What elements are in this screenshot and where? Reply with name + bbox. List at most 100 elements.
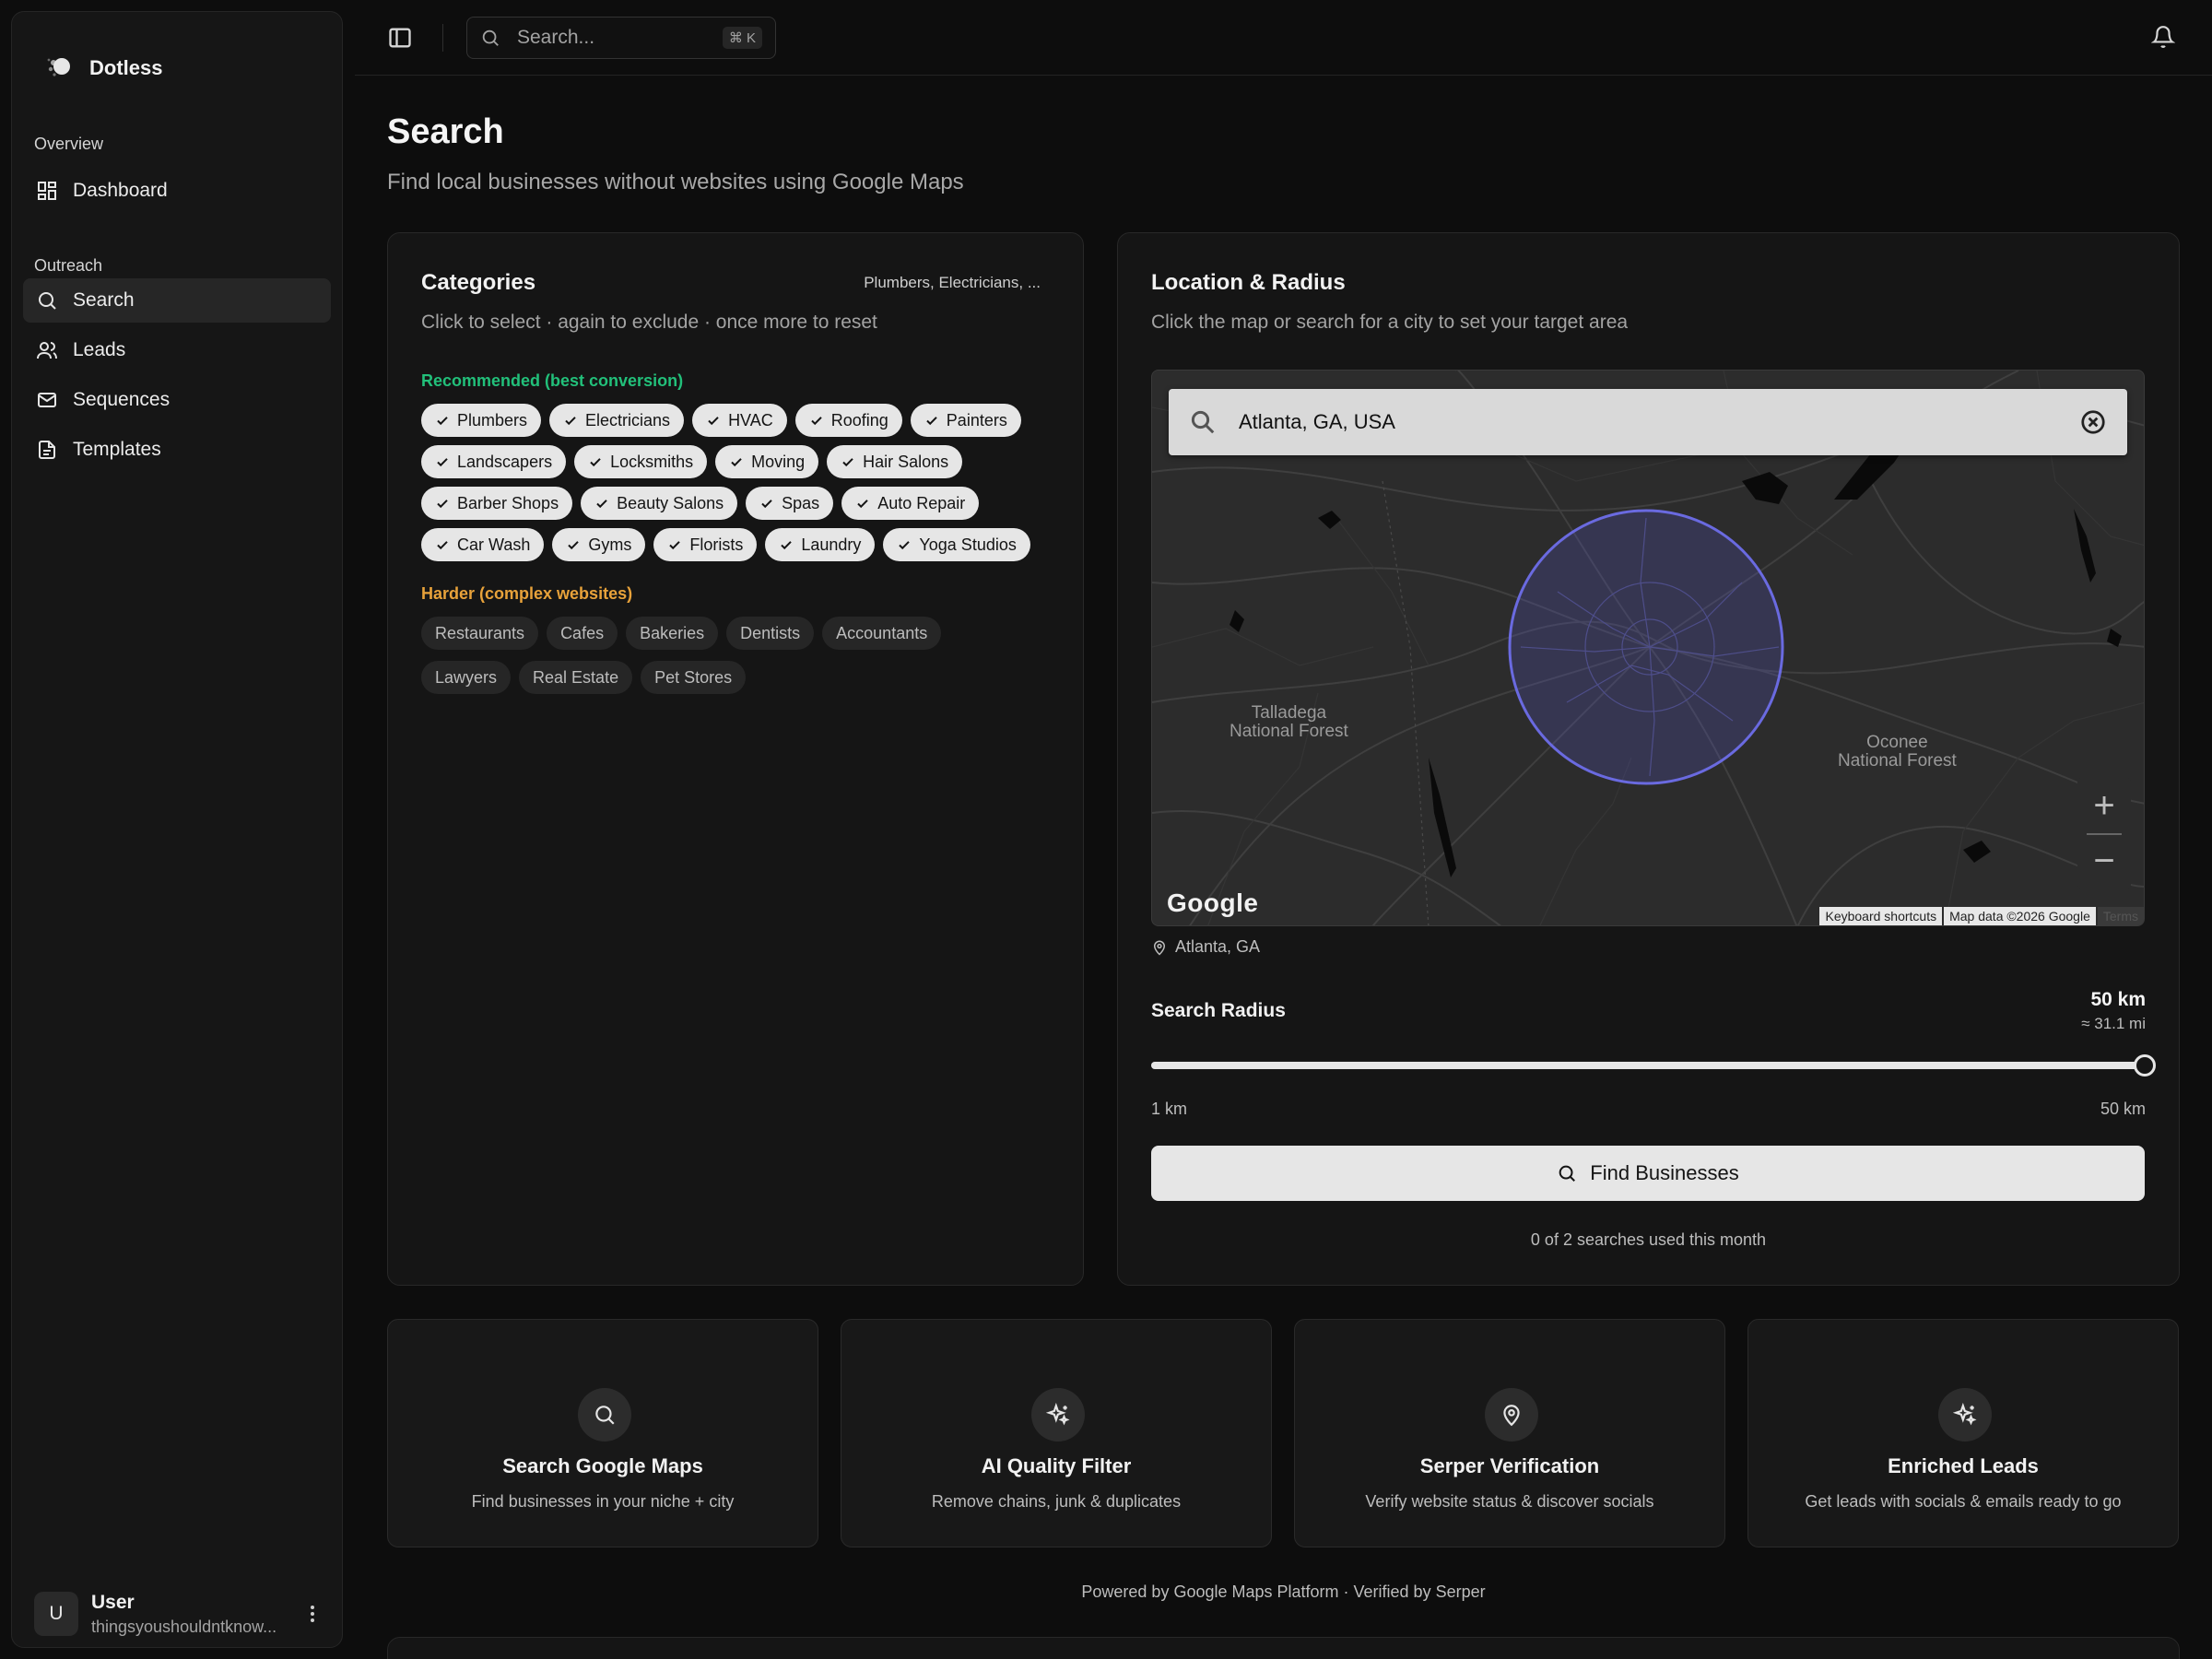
global-search-input[interactable]: Search... ⌘ K bbox=[466, 17, 776, 59]
sidebar-item-dashboard[interactable]: Dashboard bbox=[23, 169, 331, 213]
category-chip[interactable]: Laundry bbox=[765, 528, 876, 561]
search-icon bbox=[595, 1406, 615, 1425]
category-chip[interactable]: Car Wash bbox=[421, 528, 545, 561]
category-chip[interactable]: Electricians bbox=[549, 404, 685, 437]
category-chip[interactable]: Restaurants bbox=[421, 617, 539, 650]
nav-group-outreach: Outreach bbox=[34, 256, 103, 275]
recommended-row: Landscapers Locksmiths Moving Hair Salons bbox=[421, 445, 963, 478]
category-chip-label: Spas bbox=[782, 493, 820, 512]
category-chip[interactable]: Florists bbox=[653, 528, 758, 561]
feature-card: AI Quality Filter Remove chains, junk & … bbox=[841, 1319, 1272, 1547]
category-chip-label: Barber Shops bbox=[457, 493, 559, 512]
brand[interactable]: Dotless bbox=[43, 53, 162, 84]
map-data-label: Map data ©2026 Google bbox=[1944, 907, 2096, 925]
harder-row: Lawyers Real Estate Pet Stores bbox=[421, 661, 747, 694]
check-icon bbox=[811, 417, 822, 426]
page-subtitle: Find local businesses without websites u… bbox=[387, 170, 964, 194]
dashboard-icon bbox=[38, 182, 56, 200]
feature-desc: Remove chains, junk & duplicates bbox=[931, 1492, 1182, 1511]
category-chip-label: Roofing bbox=[830, 410, 888, 429]
search-placeholder: Search... bbox=[517, 27, 595, 48]
find-businesses-button[interactable]: Find Businesses bbox=[1151, 1146, 2145, 1201]
radius-slider[interactable] bbox=[1151, 1054, 2156, 1077]
category-chip[interactable]: Cafes bbox=[547, 617, 618, 650]
category-chip[interactable]: HVAC bbox=[692, 404, 787, 437]
user-profile[interactable]: U User thingsyoushouldntknow... bbox=[34, 1588, 329, 1640]
category-chip[interactable]: Real Estate bbox=[519, 661, 633, 694]
clear-icon[interactable] bbox=[2079, 408, 2107, 436]
sidebar-toggle-icon[interactable] bbox=[387, 25, 413, 51]
radius-label: Search Radius bbox=[1151, 1000, 1286, 1021]
map[interactable]: Talladega National Forest Oconee National … bbox=[1151, 370, 2145, 926]
sidebar-item-templates[interactable]: Templates bbox=[23, 428, 331, 472]
shortcut-badge: ⌘ K bbox=[722, 27, 762, 49]
check-icon bbox=[731, 458, 742, 467]
category-chip[interactable]: Gyms bbox=[552, 528, 646, 561]
category-chip-label: Lawyers bbox=[435, 667, 498, 687]
sidebar-item-label: Sequences bbox=[73, 389, 171, 410]
category-chip[interactable]: Accountants bbox=[822, 617, 942, 650]
category-chip[interactable]: Yoga Studios bbox=[883, 528, 1030, 561]
category-chip[interactable]: Beauty Salons bbox=[581, 487, 738, 520]
category-chip[interactable]: Pet Stores bbox=[641, 661, 747, 694]
more-vertical-icon[interactable] bbox=[301, 1603, 324, 1625]
check-icon bbox=[568, 541, 580, 550]
feature-icon-wrap bbox=[1938, 1388, 1992, 1441]
category-chip-label: Accountants bbox=[836, 623, 928, 642]
check-icon bbox=[590, 458, 601, 467]
category-chip[interactable]: Plumbers bbox=[421, 404, 542, 437]
map-pin-icon bbox=[1503, 1405, 1520, 1427]
sidebar-item-label: Templates bbox=[73, 439, 161, 460]
category-chip[interactable]: Bakeries bbox=[626, 617, 719, 650]
category-chip[interactable]: Lawyers bbox=[421, 661, 512, 694]
sidebar-item-label: Search bbox=[73, 289, 135, 311]
sidebar-item-sequences[interactable]: Sequences bbox=[23, 378, 331, 422]
nav-group-overview: Overview bbox=[34, 135, 104, 153]
category-chip[interactable]: Auto Repair bbox=[841, 487, 980, 520]
category-chip-label: Cafes bbox=[560, 623, 605, 642]
category-chip[interactable]: Locksmiths bbox=[574, 445, 708, 478]
feature-desc: Get leads with socials & emails ready to… bbox=[1805, 1492, 2122, 1511]
category-chip-label: Electricians bbox=[585, 410, 671, 429]
user-name: User bbox=[91, 1591, 135, 1613]
terms-link[interactable]: Terms bbox=[2097, 907, 2144, 925]
bell-icon[interactable] bbox=[2151, 25, 2175, 49]
category-chip[interactable]: Painters bbox=[910, 404, 1021, 437]
map-search-value: Atlanta, GA, USA bbox=[1239, 410, 1395, 433]
category-chip-label: Moving bbox=[751, 452, 806, 471]
location-desc: Click the map or search for a city to se… bbox=[1151, 312, 1629, 333]
category-chip[interactable]: Hair Salons bbox=[827, 445, 963, 478]
zoom-in-button[interactable]: + bbox=[2077, 778, 2131, 833]
check-icon bbox=[857, 500, 868, 509]
sidebar-item-leads[interactable]: Leads bbox=[23, 328, 331, 372]
category-chip[interactable]: Dentists bbox=[726, 617, 815, 650]
category-chip[interactable]: Barber Shops bbox=[421, 487, 573, 520]
category-chip-label: Beauty Salons bbox=[617, 493, 724, 512]
keyboard-shortcuts-link[interactable]: Keyboard shortcuts bbox=[1819, 907, 1943, 925]
category-chip[interactable]: Roofing bbox=[794, 404, 902, 437]
category-chip[interactable]: Spas bbox=[746, 487, 834, 520]
sidebar-item-search[interactable]: Search bbox=[23, 278, 331, 323]
check-icon bbox=[781, 541, 793, 550]
recommended-row: Barber Shops Beauty Salons Spas Auto Repair bbox=[421, 487, 980, 520]
radius-slider-thumb[interactable] bbox=[2134, 1054, 2156, 1077]
map-attribution: Keyboard shortcuts Map data ©2026 Google… bbox=[1819, 907, 2144, 925]
radius-value-mi: ≈ 31.1 mi bbox=[2081, 1015, 2146, 1032]
check-icon bbox=[842, 458, 853, 467]
zoom-out-button[interactable]: − bbox=[2077, 833, 2131, 888]
category-chip[interactable]: Moving bbox=[715, 445, 819, 478]
categories-hint: Click to select · again to exclude · onc… bbox=[421, 312, 877, 333]
google-logo: Google bbox=[1167, 888, 1259, 917]
feature-card: Search Google Maps Find businesses in yo… bbox=[387, 1319, 818, 1547]
check-icon bbox=[899, 541, 911, 550]
feature-title: Enriched Leads bbox=[1888, 1454, 2039, 1477]
map-pin-icon bbox=[1153, 940, 1166, 956]
map-search-input[interactable]: Atlanta, GA, USA bbox=[1169, 389, 2127, 455]
feature-title: AI Quality Filter bbox=[981, 1454, 1132, 1477]
category-chip-label: Locksmiths bbox=[610, 452, 694, 471]
feature-title: Serper Verification bbox=[1419, 1454, 1600, 1477]
category-chip[interactable]: Landscapers bbox=[421, 445, 567, 478]
map-place-label: Oconee National Forest bbox=[1838, 733, 1957, 771]
dotless-logo-icon bbox=[47, 58, 70, 76]
category-chip-label: Hair Salons bbox=[863, 452, 949, 471]
